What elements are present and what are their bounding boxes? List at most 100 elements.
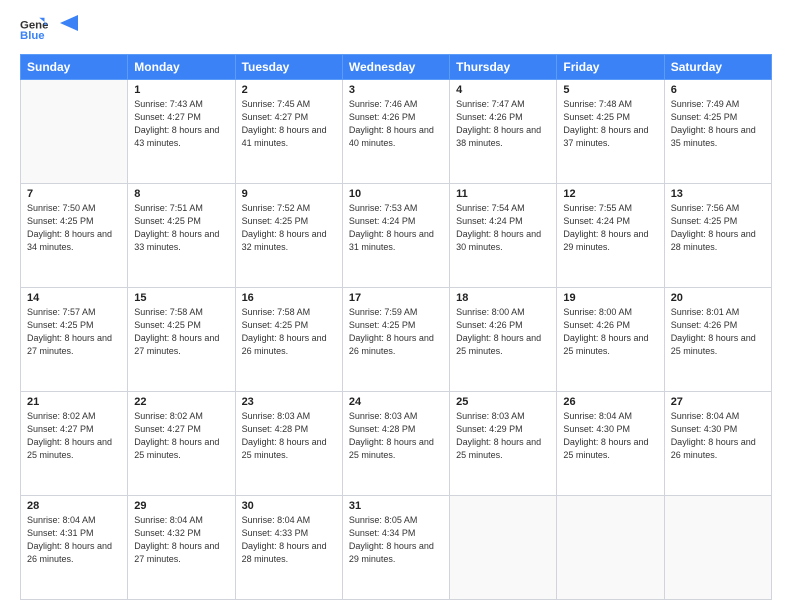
day-info: Sunrise: 7:49 AMSunset: 4:25 PMDaylight:… — [671, 98, 765, 150]
day-info: Sunrise: 8:04 AMSunset: 4:30 PMDaylight:… — [671, 410, 765, 462]
weekday-header-sunday: Sunday — [21, 55, 128, 80]
day-number: 28 — [27, 500, 121, 512]
day-number: 12 — [563, 188, 657, 200]
day-info: Sunrise: 8:04 AMSunset: 4:30 PMDaylight:… — [563, 410, 657, 462]
calendar-cell: 31Sunrise: 8:05 AMSunset: 4:34 PMDayligh… — [342, 496, 449, 600]
day-number: 3 — [349, 84, 443, 96]
calendar-cell: 21 Sunrise: 8:02 AMSunset: 4:27 PMDayligh… — [21, 392, 128, 496]
day-info: Sunrise: 8:04 AMSunset: 4:33 PMDaylight:… — [242, 514, 336, 566]
day-info: Sunrise: 8:05 AMSunset: 4:34 PMDaylight:… — [349, 514, 443, 566]
calendar-cell: 30 Sunrise: 8:04 AMSunset: 4:33 PMDayligh… — [235, 496, 342, 600]
day-number: 2 — [242, 84, 336, 96]
calendar-body: 1 Sunrise: 7:43 AMSunset: 4:27 PMDaylight… — [21, 80, 772, 600]
header: General Blue — [20, 16, 772, 44]
day-number: 15 — [134, 292, 228, 304]
weekday-header-monday: Monday — [128, 55, 235, 80]
calendar-table: SundayMondayTuesdayWednesdayThursdayFrid… — [20, 54, 772, 600]
day-info: Sunrise: 8:03 AMSunset: 4:29 PMDaylight:… — [456, 410, 550, 462]
day-info: Sunrise: 8:00 AMSunset: 4:26 PMDaylight:… — [456, 306, 550, 358]
day-number: 18 — [456, 292, 550, 304]
weekday-header-saturday: Saturday — [664, 55, 771, 80]
day-info: Sunrise: 8:02 AMSunset: 4:27 PMDaylight:… — [27, 410, 121, 462]
day-number: 11 — [456, 188, 550, 200]
day-info: Sunrise: 7:54 AMSunset: 4:24 PMDaylight:… — [456, 202, 550, 254]
day-info: Sunrise: 8:02 AMSunset: 4:27 PMDaylight:… — [134, 410, 228, 462]
calendar-cell: 9 Sunrise: 7:52 AMSunset: 4:25 PMDaylight… — [235, 184, 342, 288]
calendar-cell: 11 Sunrise: 7:54 AMSunset: 4:24 PMDayligh… — [450, 184, 557, 288]
day-info: Sunrise: 7:52 AMSunset: 4:25 PMDaylight:… — [242, 202, 336, 254]
day-info: Sunrise: 7:55 AMSunset: 4:24 PMDaylight:… — [563, 202, 657, 254]
calendar-cell: 3Sunrise: 7:46 AMSunset: 4:26 PMDaylight… — [342, 80, 449, 184]
day-number: 6 — [671, 84, 765, 96]
calendar-cell: 20Sunrise: 8:01 AMSunset: 4:26 PMDayligh… — [664, 288, 771, 392]
day-number: 29 — [134, 500, 228, 512]
calendar-cell: 25 Sunrise: 8:03 AMSunset: 4:29 PMDayligh… — [450, 392, 557, 496]
calendar-week-2: 7 Sunrise: 7:50 AMSunset: 4:25 PMDaylight… — [21, 184, 772, 288]
day-number: 4 — [456, 84, 550, 96]
day-info: Sunrise: 7:51 AMSunset: 4:25 PMDaylight:… — [134, 202, 228, 254]
calendar-header: SundayMondayTuesdayWednesdayThursdayFrid… — [21, 55, 772, 80]
day-number: 10 — [349, 188, 443, 200]
weekday-header-wednesday: Wednesday — [342, 55, 449, 80]
calendar-cell — [557, 496, 664, 600]
day-number: 25 — [456, 396, 550, 408]
day-info: Sunrise: 7:48 AMSunset: 4:25 PMDaylight:… — [563, 98, 657, 150]
day-number: 19 — [563, 292, 657, 304]
day-info: Sunrise: 7:53 AMSunset: 4:24 PMDaylight:… — [349, 202, 443, 254]
day-info: Sunrise: 7:43 AMSunset: 4:27 PMDaylight:… — [134, 98, 228, 150]
calendar-cell: 14Sunrise: 7:57 AMSunset: 4:25 PMDayligh… — [21, 288, 128, 392]
calendar-cell: 18 Sunrise: 8:00 AMSunset: 4:26 PMDayligh… — [450, 288, 557, 392]
weekday-header-row: SundayMondayTuesdayWednesdayThursdayFrid… — [21, 55, 772, 80]
calendar-cell: 28 Sunrise: 8:04 AMSunset: 4:31 PMDayligh… — [21, 496, 128, 600]
calendar-cell: 2 Sunrise: 7:45 AMSunset: 4:27 PMDaylight… — [235, 80, 342, 184]
day-info: Sunrise: 8:03 AMSunset: 4:28 PMDaylight:… — [242, 410, 336, 462]
calendar-cell — [664, 496, 771, 600]
day-info: Sunrise: 7:47 AMSunset: 4:26 PMDaylight:… — [456, 98, 550, 150]
day-info: Sunrise: 7:59 AMSunset: 4:25 PMDaylight:… — [349, 306, 443, 358]
day-number: 13 — [671, 188, 765, 200]
calendar-cell — [450, 496, 557, 600]
day-info: Sunrise: 7:58 AMSunset: 4:25 PMDaylight:… — [242, 306, 336, 358]
day-info: Sunrise: 7:45 AMSunset: 4:27 PMDaylight:… — [242, 98, 336, 150]
day-number: 24 — [349, 396, 443, 408]
day-info: Sunrise: 7:56 AMSunset: 4:25 PMDaylight:… — [671, 202, 765, 254]
calendar-cell: 16Sunrise: 7:58 AMSunset: 4:25 PMDayligh… — [235, 288, 342, 392]
calendar-cell: 6 Sunrise: 7:49 AMSunset: 4:25 PMDaylight… — [664, 80, 771, 184]
calendar-week-5: 28 Sunrise: 8:04 AMSunset: 4:31 PMDayligh… — [21, 496, 772, 600]
calendar-week-1: 1 Sunrise: 7:43 AMSunset: 4:27 PMDaylight… — [21, 80, 772, 184]
calendar-cell: 15 Sunrise: 7:58 AMSunset: 4:25 PMDayligh… — [128, 288, 235, 392]
calendar-cell: 29 Sunrise: 8:04 AMSunset: 4:32 PMDayligh… — [128, 496, 235, 600]
day-number: 7 — [27, 188, 121, 200]
calendar-cell: 8Sunrise: 7:51 AMSunset: 4:25 PMDaylight… — [128, 184, 235, 288]
day-number: 26 — [563, 396, 657, 408]
calendar-cell: 23 Sunrise: 8:03 AMSunset: 4:28 PMDayligh… — [235, 392, 342, 496]
calendar-cell: 4 Sunrise: 7:47 AMSunset: 4:26 PMDaylight… — [450, 80, 557, 184]
calendar-cell: 7 Sunrise: 7:50 AMSunset: 4:25 PMDaylight… — [21, 184, 128, 288]
logo: General Blue — [20, 16, 78, 44]
day-info: Sunrise: 8:04 AMSunset: 4:32 PMDaylight:… — [134, 514, 228, 566]
logo-arrow-icon — [60, 15, 78, 37]
day-info: Sunrise: 8:04 AMSunset: 4:31 PMDaylight:… — [27, 514, 121, 566]
calendar-page: General Blue SundayMondayTuesdayWednesda… — [0, 0, 792, 612]
day-number: 9 — [242, 188, 336, 200]
calendar-cell: 10 Sunrise: 7:53 AMSunset: 4:24 PMDayligh… — [342, 184, 449, 288]
calendar-week-3: 14Sunrise: 7:57 AMSunset: 4:25 PMDayligh… — [21, 288, 772, 392]
svg-text:Blue: Blue — [20, 30, 45, 42]
calendar-cell: 17Sunrise: 7:59 AMSunset: 4:25 PMDayligh… — [342, 288, 449, 392]
day-number: 21 — [27, 396, 121, 408]
day-number: 5 — [563, 84, 657, 96]
day-number: 20 — [671, 292, 765, 304]
day-info: Sunrise: 8:03 AMSunset: 4:28 PMDaylight:… — [349, 410, 443, 462]
weekday-header-tuesday: Tuesday — [235, 55, 342, 80]
weekday-header-thursday: Thursday — [450, 55, 557, 80]
calendar-cell: 13 Sunrise: 7:56 AMSunset: 4:25 PMDayligh… — [664, 184, 771, 288]
day-number: 27 — [671, 396, 765, 408]
day-number: 23 — [242, 396, 336, 408]
calendar-cell: 12 Sunrise: 7:55 AMSunset: 4:24 PMDayligh… — [557, 184, 664, 288]
day-number: 30 — [242, 500, 336, 512]
day-info: Sunrise: 7:50 AMSunset: 4:25 PMDaylight:… — [27, 202, 121, 254]
calendar-week-4: 21 Sunrise: 8:02 AMSunset: 4:27 PMDayligh… — [21, 392, 772, 496]
weekday-header-friday: Friday — [557, 55, 664, 80]
day-number: 1 — [134, 84, 228, 96]
day-info: Sunrise: 7:58 AMSunset: 4:25 PMDaylight:… — [134, 306, 228, 358]
